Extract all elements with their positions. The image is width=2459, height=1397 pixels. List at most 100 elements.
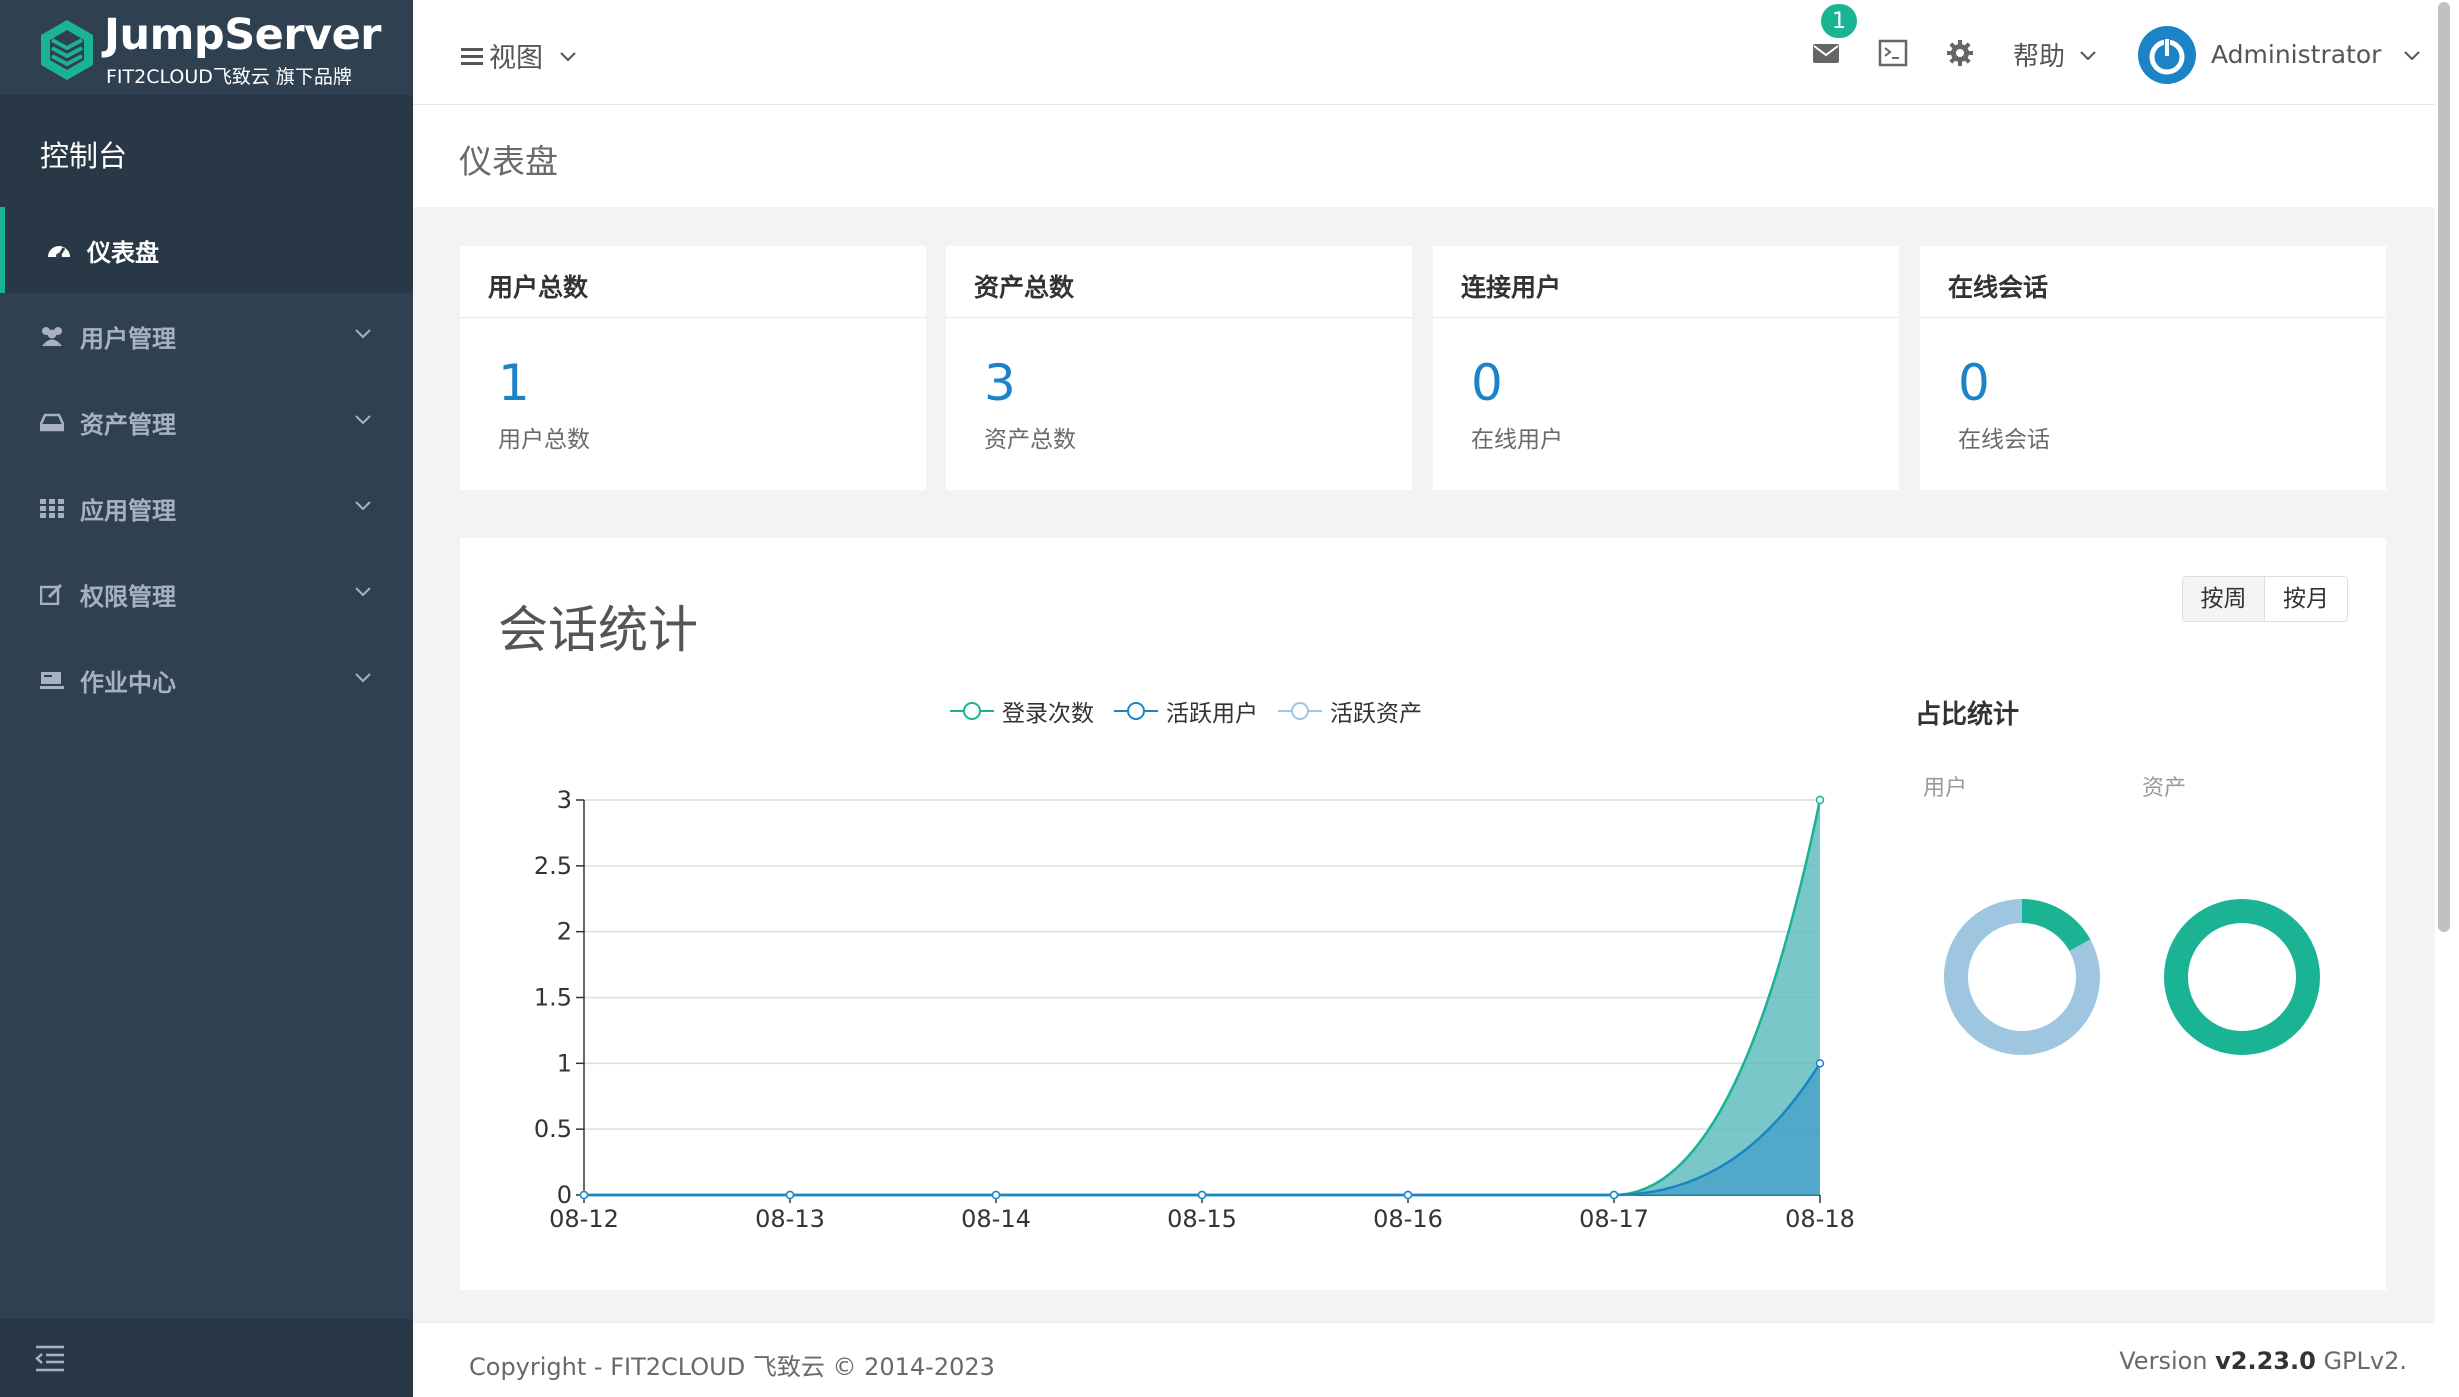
chevron-down-icon bbox=[355, 673, 371, 683]
chevron-down-icon bbox=[355, 587, 371, 597]
card-subtitle: 资产总数 bbox=[984, 427, 1076, 453]
collapse-sidebar-icon[interactable] bbox=[34, 1343, 66, 1373]
sidebar-item-label: 应用管理 bbox=[80, 496, 176, 525]
card-title: 资产总数 bbox=[946, 246, 1412, 318]
version-text: Version v2.23.0 GPLv2. bbox=[2119, 1347, 2407, 1375]
user-avatar[interactable] bbox=[2138, 26, 2196, 84]
y-tick-label: 2.5 bbox=[534, 852, 572, 880]
ratio-label-assets: 资产 bbox=[2142, 776, 2187, 801]
menu-icon bbox=[461, 47, 483, 65]
dashboard-icon bbox=[45, 236, 73, 264]
card-subtitle: 用户总数 bbox=[498, 427, 590, 453]
chevron-down-icon bbox=[355, 329, 371, 339]
sidebar-item-users[interactable]: 用户管理 bbox=[0, 293, 413, 379]
sidebar-nav: 仪表盘 用户管理 资产管理 应用管理 权限管理 作业中心 bbox=[0, 207, 413, 723]
x-tick-label: 08-13 bbox=[755, 1205, 825, 1233]
chevron-down-icon bbox=[2404, 50, 2421, 60]
data-point bbox=[579, 1190, 589, 1200]
card-value: 0 bbox=[1471, 354, 1503, 412]
user-menu[interactable]: Administrator bbox=[2211, 40, 2421, 69]
sidebar-item-apps[interactable]: 应用管理 bbox=[0, 465, 413, 551]
brand-subtitle: FIT2CLOUD飞致云 旗下品牌 bbox=[106, 66, 352, 88]
y-tick-label: 1 bbox=[557, 1049, 572, 1077]
sidebar-footer bbox=[0, 1319, 413, 1397]
stat-card-connected-users: 连接用户 0 在线用户 bbox=[1433, 246, 1899, 490]
card-subtitle: 在线会话 bbox=[1958, 427, 2050, 453]
console-header: 控制台 bbox=[0, 95, 413, 207]
y-tick-label: 2 bbox=[557, 918, 572, 946]
page-heading: 仪表盘 bbox=[413, 104, 2435, 207]
sidebar-item-label: 用户管理 bbox=[80, 324, 176, 353]
chevron-down-icon bbox=[560, 51, 576, 61]
session-stats-panel: 会话统计 按周 按月 登录次数 活跃用户 活跃资产 0 0.5 1 1.5 2 2.5 3 0… bbox=[460, 538, 2386, 1290]
data-point bbox=[1403, 1190, 1413, 1200]
card-value: 0 bbox=[1958, 354, 1990, 412]
chevron-down-icon bbox=[355, 501, 371, 511]
view-label: 视图 bbox=[489, 43, 543, 74]
y-tick-label: 0.5 bbox=[534, 1115, 572, 1143]
terminal-icon[interactable] bbox=[1878, 38, 1908, 68]
sidebar-item-assets[interactable]: 资产管理 bbox=[0, 379, 413, 465]
page-scrollbar-thumb[interactable] bbox=[2438, 2, 2450, 932]
users-icon bbox=[38, 322, 66, 350]
ratio-title: 占比统计 bbox=[1915, 700, 2020, 730]
data-point bbox=[991, 1190, 1001, 1200]
chevron-down-icon bbox=[2080, 50, 2096, 60]
card-title: 在线会话 bbox=[1920, 246, 2386, 318]
sidebar-item-label: 作业中心 bbox=[80, 668, 176, 697]
stat-card-users: 用户总数 1 用户总数 bbox=[460, 246, 926, 490]
chevron-down-icon bbox=[355, 415, 371, 425]
brand-logo[interactable]: JumpServer FIT2CLOUD飞致云 旗下品牌 bbox=[0, 0, 413, 95]
sidebar-item-label: 资产管理 bbox=[80, 410, 176, 439]
jobs-icon bbox=[38, 666, 66, 694]
data-point bbox=[785, 1190, 795, 1200]
users-ratio-donut bbox=[1944, 899, 2100, 1055]
version-suffix: GPLv2. bbox=[2315, 1347, 2407, 1375]
mail-icon[interactable] bbox=[1811, 38, 1841, 68]
card-value: 3 bbox=[984, 354, 1016, 412]
stat-card-online-sessions: 在线会话 0 在线会话 bbox=[1920, 246, 2386, 490]
data-point bbox=[1197, 1190, 1207, 1200]
stat-card-assets: 资产总数 3 资产总数 bbox=[946, 246, 1412, 490]
y-tick-label: 3 bbox=[557, 786, 572, 814]
version-prefix: Version bbox=[2119, 1347, 2216, 1375]
x-tick-label: 08-17 bbox=[1579, 1205, 1649, 1233]
sidebar-item-dashboard[interactable]: 仪表盘 bbox=[0, 207, 413, 293]
donut-slice bbox=[2164, 899, 2320, 1055]
card-subtitle: 在线用户 bbox=[1471, 427, 1563, 453]
data-point bbox=[1609, 1190, 1619, 1200]
view-menu-button[interactable]: 视图 bbox=[461, 36, 577, 75]
sidebar-item-label: 权限管理 bbox=[80, 582, 176, 611]
assets-icon bbox=[38, 408, 66, 436]
notification-badge: 1 bbox=[1821, 4, 1857, 38]
card-value: 1 bbox=[498, 354, 530, 412]
sidebar: JumpServer FIT2CLOUD飞致云 旗下品牌 控制台 仪表盘 用户管… bbox=[0, 0, 413, 1397]
user-name: Administrator bbox=[2211, 40, 2382, 69]
assets-ratio-donut bbox=[2164, 899, 2320, 1055]
ratio-label-users: 用户 bbox=[1923, 776, 1968, 801]
jumpserver-logo-icon bbox=[41, 20, 93, 80]
brand-title: JumpServer bbox=[104, 10, 381, 60]
page-footer: Copyright - FIT2CLOUD 飞致云 © 2014-2023 Ve… bbox=[413, 1322, 2435, 1397]
donut-slice bbox=[2021, 899, 2091, 952]
x-tick-label: 08-12 bbox=[549, 1205, 619, 1233]
x-tick-label: 08-14 bbox=[961, 1205, 1031, 1233]
card-title: 用户总数 bbox=[460, 246, 926, 318]
data-point bbox=[1815, 1059, 1825, 1068]
apps-icon bbox=[38, 494, 66, 522]
settings-gear-icon[interactable] bbox=[1945, 38, 1975, 68]
data-point bbox=[1815, 795, 1825, 805]
card-title: 连接用户 bbox=[1433, 246, 1899, 318]
y-tick-label: 1.5 bbox=[534, 984, 572, 1012]
help-menu[interactable]: 帮助 bbox=[2013, 36, 2097, 73]
sidebar-item-jobs[interactable]: 作业中心 bbox=[0, 637, 413, 723]
topbar: 视图 1 帮助 Administrator bbox=[413, 0, 2435, 104]
sidebar-item-label: 仪表盘 bbox=[87, 238, 159, 267]
version-number: v2.23.0 bbox=[2215, 1347, 2316, 1375]
copyright-text: Copyright - FIT2CLOUD 飞致云 © 2014-2023 bbox=[469, 1353, 995, 1381]
x-tick-label: 08-18 bbox=[1785, 1205, 1855, 1233]
sidebar-item-perms[interactable]: 权限管理 bbox=[0, 551, 413, 637]
x-tick-label: 08-15 bbox=[1167, 1205, 1237, 1233]
x-tick-label: 08-16 bbox=[1373, 1205, 1443, 1233]
page-title: 仪表盘 bbox=[459, 142, 558, 181]
